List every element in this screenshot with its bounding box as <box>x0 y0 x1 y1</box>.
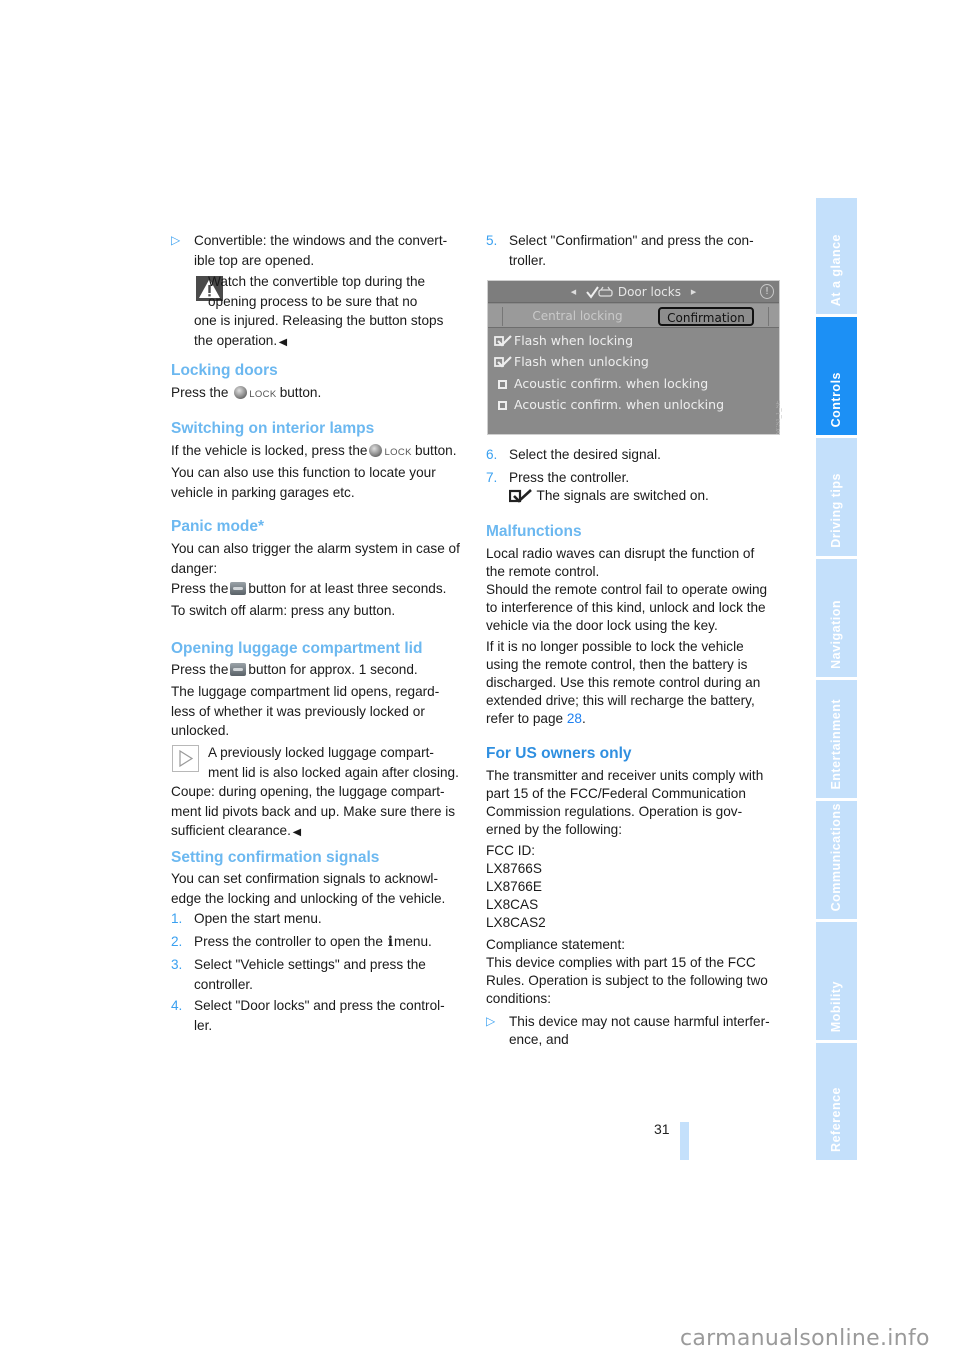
heading-luggage-lid: Opening luggage compartment lid <box>171 640 423 657</box>
step-item: 5. Select "Confirmation" and press the c… <box>486 233 754 268</box>
checkbox-checked-icon <box>494 335 512 347</box>
checkbox-unchecked-icon <box>497 380 507 389</box>
sidebar-tab-driving-tips[interactable]: Driving tips <box>816 438 857 556</box>
fcc-id: LX8CAS2 <box>486 915 546 930</box>
option-acoustic-unlocking[interactable]: Acoustic confirm. when unlocking <box>494 395 724 415</box>
bullet-text-line: Convertible: the windows and the convert… <box>194 233 448 248</box>
end-mark-icon: ◀ <box>278 336 288 348</box>
tab-central-locking[interactable]: Central locking <box>502 307 652 326</box>
idrive-screen-image: ◀ Door locks ▶ ! Central locking Confirm… <box>487 280 780 435</box>
sidebar-tab-at-a-glance[interactable]: At a glance <box>816 198 857 314</box>
bullet-triangle-icon: ▷ <box>486 1014 496 1028</box>
warning-line: opening process to be sure that no <box>208 293 418 309</box>
panic-mode-off: To switch off alarm: press any button. <box>171 603 396 618</box>
step-item: 6. Select the desired signal. <box>486 447 661 462</box>
warning-text: Watch the convertible top during the ope… <box>171 273 471 351</box>
warning-line: one is injured. Releasing the button sto… <box>194 313 444 328</box>
heading-panic-mode: Panic mode* <box>171 518 265 535</box>
warning-line: the operation. <box>194 332 278 348</box>
page-link[interactable]: 28 <box>567 711 582 726</box>
sidebar-tab-mobility[interactable]: Mobility <box>816 922 857 1040</box>
sidebar-tab-reference[interactable]: Reference <box>816 1043 857 1160</box>
step-item: 2. Press the controller to open the imen… <box>171 934 432 950</box>
sidebar-tab-controls[interactable]: Controls <box>816 317 857 435</box>
watermark: carmanualsonline.info <box>680 1326 930 1351</box>
tab-divider <box>768 307 769 326</box>
sidebar-tab-navigation[interactable]: Navigation <box>816 559 857 677</box>
convertible-bullet: ▷ Convertible: the windows and the conve… <box>171 232 471 269</box>
lock-button-icon <box>369 444 383 457</box>
bullet-text-line: ible top are opened. <box>194 252 315 268</box>
fcc-id: LX8CAS <box>486 897 539 912</box>
page-marker-bar <box>680 1122 689 1160</box>
screen-tabs: Central locking Confirmation <box>488 304 779 328</box>
lock-label: LOCK <box>384 447 412 458</box>
malfunctions-para: Local radio waves can disrupt the functi… <box>486 546 768 633</box>
step-item: 4. Select "Door locks" and press the con… <box>171 998 445 1033</box>
luggage-note: A previously locked luggage compart- men… <box>171 744 471 842</box>
heading-us-owners: For US owners only <box>486 745 632 762</box>
step-item: 1. Open the start menu. <box>171 911 322 926</box>
heading-confirmation-signals: Setting confirmation signals <box>171 849 380 866</box>
heading-malfunctions: Malfunctions <box>486 523 582 540</box>
screen-title: Door locks <box>617 285 681 299</box>
option-acoustic-locking[interactable]: Acoustic confirm. when locking <box>494 374 708 394</box>
checkbox-checked-icon <box>494 356 512 368</box>
page-number: 31 <box>654 1121 670 1137</box>
panic-button-icon <box>230 582 247 595</box>
warning-line: Watch the convertible top during the <box>208 274 426 289</box>
info-icon: i <box>387 934 394 950</box>
heading-interior-lamps: Switching on interior lamps <box>171 420 375 437</box>
tab-confirmation[interactable]: Confirmation <box>658 307 754 326</box>
heading-locking-doors: Locking doors <box>171 362 278 379</box>
step-item: 7. Press the controller. The signals are… <box>486 470 709 503</box>
compliance-para: Compliance statement: This device compli… <box>486 937 768 1006</box>
compliance-bullet: ▷ This device may not cause harmful inte… <box>486 1014 770 1047</box>
chapter-sidebar: At a glance Controls Driving tips Naviga… <box>816 198 857 1160</box>
arrow-right-icon: ▶ <box>690 288 697 296</box>
confirmation-para: You can set confirmation signals to ackn… <box>171 871 446 906</box>
locking-doors-text: Press the LOCK button. <box>171 385 322 400</box>
arrow-left-icon: ◀ <box>570 288 577 296</box>
screen-title-bar: ◀ Door locks ▶ <box>488 281 779 303</box>
interior-lamps-text: If the vehicle is locked, press the LOCK b… <box>171 443 457 458</box>
lock-button-icon <box>234 386 248 399</box>
luggage-para: The luggage compartment lid opens, regar… <box>171 684 440 738</box>
option-flash-unlocking[interactable]: Flash when unlocking <box>494 352 649 372</box>
sidebar-tab-entertainment[interactable]: Entertainment <box>816 680 857 798</box>
luggage-press: Press the button for approx. 1 second. <box>171 662 418 677</box>
option-flash-locking[interactable]: Flash when locking <box>494 331 633 351</box>
sidebar-tab-communications[interactable]: Communications <box>816 801 857 919</box>
interior-lamps-para: You can also use this function to locate… <box>171 465 436 500</box>
us-owners-para: The transmitter and receiver units compl… <box>486 768 764 837</box>
panic-mode-press: Press the button for at least three secon… <box>171 581 447 596</box>
checkmark-icon <box>509 488 532 503</box>
fcc-id: LX8766E <box>486 879 542 894</box>
screen-info-icon: ! <box>760 284 774 299</box>
checkbox-unchecked-icon <box>497 401 507 410</box>
lock-label: LOCK <box>249 389 277 400</box>
step-item: 3. Select "Vehicle settings" and press t… <box>171 957 426 992</box>
fcc-id: LX8766S <box>486 861 542 876</box>
car-check-icon <box>586 286 613 299</box>
fcc-ids: FCC ID: LX8766S LX8766E LX8CAS LX8CAS2 <box>486 842 786 932</box>
panic-mode-para: You can also trigger the alarm system in… <box>171 541 460 576</box>
malfunctions-para: If it is no longer possible to lock the … <box>486 639 761 726</box>
image-code: VCS1_1_SE <box>776 400 782 434</box>
bullet-triangle-icon: ▷ <box>171 233 181 247</box>
end-mark-icon: ◀ <box>292 827 301 838</box>
trunk-button-icon <box>230 663 247 676</box>
